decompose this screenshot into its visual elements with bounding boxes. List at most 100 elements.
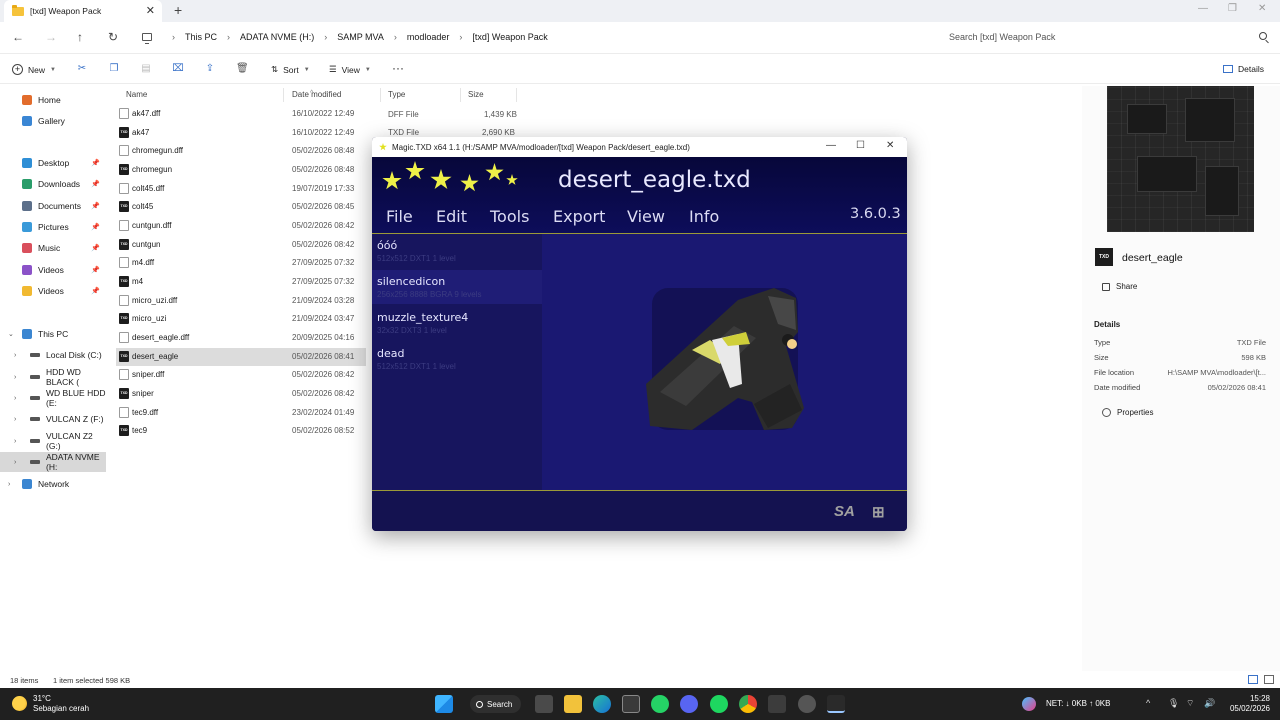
maximize-button[interactable]: ❐ bbox=[1228, 3, 1237, 14]
edge-icon[interactable] bbox=[593, 695, 611, 713]
tab-weapon-pack[interactable]: [txd] Weapon Pack ✕ bbox=[4, 0, 162, 22]
column-type[interactable]: Type bbox=[388, 90, 405, 99]
sort-button[interactable]: ⇅ Sort ▼ bbox=[271, 64, 310, 75]
nav-pictures[interactable]: Pictures 📌 bbox=[0, 217, 106, 237]
column-name[interactable]: Name bbox=[126, 90, 147, 99]
file-row[interactable]: TXD tec9 05/02/2026 08:52 bbox=[116, 422, 366, 440]
chevron-right-icon[interactable]: › bbox=[172, 32, 175, 42]
pin-icon[interactable]: 📌 bbox=[91, 180, 100, 188]
file-row[interactable]: m4.dff 27/09/2025 07:32 bbox=[116, 254, 366, 272]
file-row[interactable]: ak47.dff 16/10/2022 12:49 bbox=[116, 105, 366, 123]
nav-videos[interactable]: Videos 📌 bbox=[0, 260, 106, 280]
properties-button[interactable]: Properties bbox=[1102, 408, 1153, 417]
menu-file[interactable]: File bbox=[386, 207, 413, 226]
pin-icon[interactable]: 📌 bbox=[91, 223, 100, 231]
search-input[interactable]: Search [txd] Weapon Pack bbox=[939, 26, 1273, 48]
texture-item-selected[interactable]: silencedicon 256x256 8888 BGRA 9 levels bbox=[372, 270, 542, 304]
chevron-right-icon[interactable]: › bbox=[394, 32, 397, 42]
chevron-right-icon[interactable]: › bbox=[14, 352, 16, 359]
breadcrumb-drive[interactable]: ADATA NVME (H:) bbox=[240, 32, 314, 42]
chevron-right-icon[interactable]: › bbox=[324, 32, 327, 42]
rename-icon[interactable]: ⌧ bbox=[172, 63, 184, 75]
texture-item[interactable]: óóó 512x512 DXT1 1 level bbox=[372, 234, 542, 268]
clock[interactable]: 15:28 05/02/2026 bbox=[1226, 694, 1270, 714]
chevron-up-icon[interactable]: ^ bbox=[1146, 698, 1150, 708]
weather-icon[interactable] bbox=[12, 696, 27, 711]
start-icon[interactable] bbox=[435, 695, 453, 713]
file-row[interactable]: desert_eagle.dff 20/09/2025 04:16 bbox=[116, 329, 366, 347]
file-row[interactable]: colt45.dff 19/07/2019 17:33 bbox=[116, 180, 366, 198]
discord-icon[interactable] bbox=[680, 695, 698, 713]
copy-icon[interactable]: ❐ bbox=[108, 63, 120, 75]
details-pane-button[interactable]: Details bbox=[1223, 64, 1264, 74]
tiles-view-icon[interactable] bbox=[1264, 675, 1274, 684]
file-row[interactable]: TXD colt45 05/02/2026 08:45 bbox=[116, 198, 366, 216]
breadcrumb-this-pc[interactable]: This PC bbox=[185, 32, 217, 42]
chevron-right-icon[interactable]: › bbox=[14, 459, 16, 466]
wifi-icon[interactable]: ⌔ bbox=[1186, 698, 1194, 709]
file-row-selected[interactable]: TXD desert_eagle 05/02/2026 08:41 bbox=[116, 348, 366, 366]
nav-music[interactable]: Music 📌 bbox=[0, 238, 106, 258]
file-row[interactable]: TXD cuntgun 05/02/2026 08:42 bbox=[116, 236, 366, 254]
file-row[interactable]: chromegun.dff 05/02/2026 08:48 bbox=[116, 142, 366, 160]
texture-item[interactable]: dead 512x512 DXT1 1 level bbox=[372, 342, 542, 376]
nav-videos-folder[interactable]: Videos 📌 bbox=[0, 281, 106, 301]
paste-icon[interactable]: ▤ bbox=[140, 63, 152, 75]
app-icon[interactable] bbox=[768, 695, 786, 713]
magictxd-taskbar-icon[interactable] bbox=[827, 695, 845, 713]
breadcrumb-samp[interactable]: SAMP MVA bbox=[337, 32, 384, 42]
column-divider[interactable] bbox=[380, 88, 381, 102]
share-icon[interactable]: ⇪ bbox=[204, 63, 216, 75]
menu-export[interactable]: Export bbox=[553, 207, 605, 226]
breadcrumb[interactable]: › This PC › ADATA NVME (H:) › SAMP MVA ›… bbox=[133, 26, 933, 48]
nav-documents[interactable]: Documents 📌 bbox=[0, 196, 106, 216]
magictxd-titlebar[interactable]: Magic.TXD x64 1.1 (H:/SAMP MVA/modloader… bbox=[372, 137, 907, 157]
file-row[interactable]: TXD sniper 05/02/2026 08:42 bbox=[116, 385, 366, 403]
nav-drive-d[interactable]: › HDD WD BLACK ( bbox=[0, 367, 106, 387]
column-size[interactable]: Size bbox=[468, 90, 484, 99]
file-row[interactable]: TXD ak47 16/10/2022 12:49 bbox=[116, 124, 366, 142]
tab-close-icon[interactable]: ✕ bbox=[146, 4, 155, 17]
chevron-right-icon[interactable]: › bbox=[14, 374, 16, 381]
whatsapp-icon[interactable] bbox=[651, 695, 669, 713]
cut-icon[interactable]: ✂ bbox=[76, 63, 88, 75]
obs-icon[interactable] bbox=[798, 695, 816, 713]
volume-icon[interactable]: 🔊 bbox=[1204, 698, 1215, 709]
file-row[interactable]: cuntgun.dff 05/02/2026 08:42 bbox=[116, 217, 366, 235]
nav-drive-f[interactable]: › VULCAN Z (F:) bbox=[0, 409, 106, 429]
nav-drive-c[interactable]: › Local Disk (C:) bbox=[0, 345, 106, 365]
file-row[interactable]: sniper.dff 05/02/2026 08:42 bbox=[116, 366, 366, 384]
chevron-right-icon[interactable]: › bbox=[459, 32, 462, 42]
menu-info[interactable]: Info bbox=[689, 207, 719, 226]
new-tab-button[interactable]: + bbox=[174, 2, 182, 18]
minimize-button[interactable]: — bbox=[1198, 3, 1208, 14]
file-row[interactable]: tec9.dff 23/02/2024 01:49 bbox=[116, 404, 366, 422]
task-view-icon[interactable] bbox=[535, 695, 553, 713]
file-row[interactable]: TXD micro_uzi 21/09/2024 03:47 bbox=[116, 310, 366, 328]
nav-drive-g[interactable]: › VULCAN Z2 (G:) bbox=[0, 431, 106, 451]
pin-icon[interactable]: 📌 bbox=[91, 202, 100, 210]
nav-drive-e[interactable]: › WD BLUE HDD (E: bbox=[0, 388, 106, 408]
chevron-right-icon[interactable]: › bbox=[14, 438, 16, 445]
close-window-button[interactable]: ✕ bbox=[1258, 3, 1266, 14]
details-view-icon[interactable] bbox=[1248, 675, 1258, 684]
nav-gallery[interactable]: Gallery bbox=[0, 111, 106, 131]
menu-tools[interactable]: Tools bbox=[490, 207, 529, 226]
pin-icon[interactable]: 📌 bbox=[91, 244, 100, 252]
spotify-icon[interactable] bbox=[710, 695, 728, 713]
pin-icon[interactable]: 📌 bbox=[91, 159, 100, 167]
more-options-button[interactable]: ··· bbox=[392, 61, 404, 75]
new-button[interactable]: + New ▼ bbox=[12, 64, 56, 75]
column-divider[interactable] bbox=[460, 88, 461, 102]
chrome-icon[interactable] bbox=[739, 695, 757, 713]
view-button[interactable]: ☰ View ▼ bbox=[329, 64, 371, 75]
pin-icon[interactable]: 📌 bbox=[91, 266, 100, 274]
column-divider[interactable] bbox=[283, 88, 284, 102]
app-tray-icon[interactable] bbox=[1022, 697, 1036, 711]
nav-home[interactable]: Home bbox=[0, 90, 106, 110]
breadcrumb-current[interactable]: [txd] Weapon Pack bbox=[472, 32, 547, 42]
chevron-right-icon[interactable]: › bbox=[14, 395, 16, 402]
file-row[interactable]: TXD m4 27/09/2025 07:32 bbox=[116, 273, 366, 291]
microphone-icon[interactable]: 🎙 bbox=[1168, 698, 1179, 709]
up-button[interactable]: ↑ bbox=[77, 30, 83, 44]
